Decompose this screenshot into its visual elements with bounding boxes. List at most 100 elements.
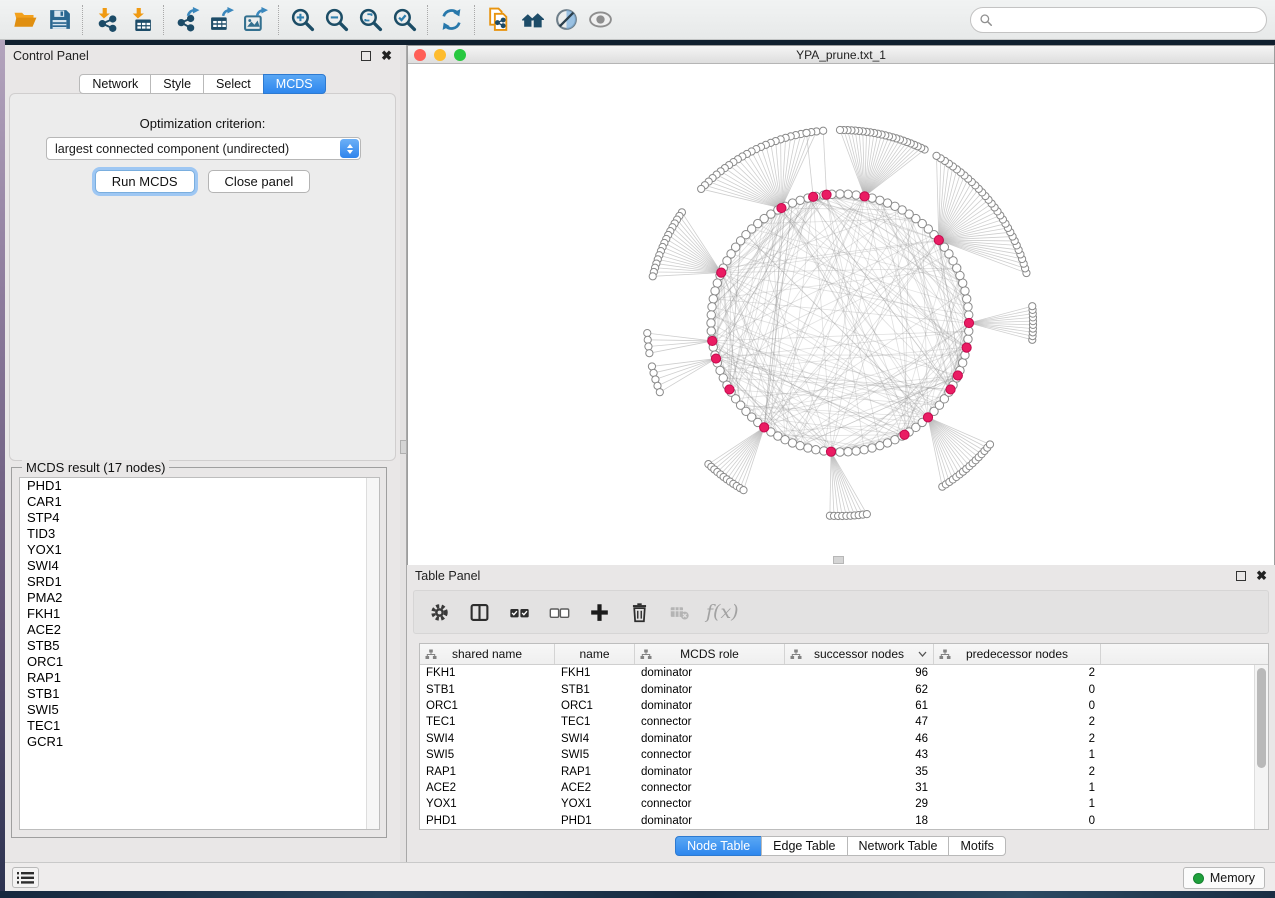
memory-button[interactable]: Memory (1183, 867, 1265, 889)
mcds-result-list[interactable]: PHD1CAR1STP4TID3YOX1SWI4SRD1PMA2FKH1ACE2… (19, 477, 380, 830)
deselect-all-icon[interactable] (546, 599, 572, 625)
tab-edge-table[interactable]: Edge Table (761, 836, 847, 856)
hierarchy-icon (640, 649, 652, 660)
tab-mcds[interactable]: MCDS (263, 74, 326, 94)
mcds-result-item[interactable]: PMA2 (20, 590, 379, 606)
mcds-result-item[interactable]: RAP1 (20, 670, 379, 686)
add-column-icon[interactable] (586, 599, 612, 625)
splitter-grip[interactable] (400, 440, 407, 454)
scrollbar-thumb[interactable] (1257, 668, 1266, 768)
tab-network-table[interactable]: Network Table (847, 836, 950, 856)
cell-successor-nodes: 29 (785, 798, 934, 810)
mcds-result-item[interactable]: ORC1 (20, 654, 379, 670)
tab-node-table[interactable]: Node Table (675, 836, 762, 856)
mcds-result-item[interactable]: CAR1 (20, 494, 379, 510)
mcds-result-item[interactable]: ACE2 (20, 622, 379, 638)
table-panel: Table Panel ✖ f(x) shared namenameMCDS r… (407, 565, 1275, 862)
tab-select[interactable]: Select (203, 74, 264, 94)
cell-name: TEC1 (555, 716, 635, 728)
table-row[interactable]: TEC1TEC1connector472 (420, 714, 1254, 730)
tab-network[interactable]: Network (79, 74, 151, 94)
zoom-selected-icon[interactable] (387, 4, 421, 36)
run-mcds-button[interactable]: Run MCDS (95, 170, 195, 193)
show-eye-icon[interactable] (583, 4, 617, 36)
cell-MCDS-role: dominator (635, 815, 785, 827)
mcds-result-item[interactable]: PHD1 (20, 478, 379, 494)
node-table: shared namenameMCDS rolesuccessor nodesp… (419, 643, 1269, 830)
horizontal-splitter-grip[interactable] (833, 556, 844, 564)
settings-gear-icon[interactable] (426, 599, 452, 625)
control-panel-title: Control Panel (13, 49, 89, 63)
table-row[interactable]: ORC1ORC1dominator610 (420, 698, 1254, 714)
column-header-predecessor-nodes[interactable]: predecessor nodes (934, 644, 1101, 664)
network-titlebar[interactable]: YPA_prune.txt_1 (408, 46, 1274, 64)
cell-MCDS-role: connector (635, 749, 785, 761)
column-header-MCDS-role[interactable]: MCDS role (635, 644, 785, 664)
close-panel-icon[interactable]: ✖ (1256, 571, 1267, 581)
cell-successor-nodes: 46 (785, 733, 934, 745)
table-row[interactable]: PHD1PHD1dominator180 (420, 813, 1254, 829)
table-row[interactable]: ACE2ACE2connector311 (420, 780, 1254, 796)
zoom-fit-icon[interactable] (353, 4, 387, 36)
select-all-icon[interactable] (506, 599, 532, 625)
column-header-name[interactable]: name (555, 644, 635, 664)
table-scrollbar[interactable] (1254, 665, 1268, 829)
mcds-result-item[interactable]: SWI4 (20, 558, 379, 574)
mcds-result-item[interactable]: YOX1 (20, 542, 379, 558)
column-header-successor-nodes[interactable]: successor nodes (785, 644, 934, 664)
mcds-result-item[interactable]: STB5 (20, 638, 379, 654)
mcds-result-item[interactable]: STP4 (20, 510, 379, 526)
task-history-button[interactable] (12, 867, 39, 888)
tab-motifs[interactable]: Motifs (948, 836, 1005, 856)
import-network-icon[interactable] (89, 4, 123, 36)
network-canvas[interactable] (408, 64, 1274, 565)
cell-shared-name: PHD1 (420, 815, 555, 827)
table-body[interactable]: FKH1FKH1dominator962STB1STB1dominator620… (420, 665, 1254, 829)
mcds-result-item[interactable]: TEC1 (20, 718, 379, 734)
vertical-splitter[interactable] (400, 45, 407, 862)
mcds-result-item[interactable]: FKH1 (20, 606, 379, 622)
show-columns-icon[interactable] (466, 599, 492, 625)
cell-shared-name: SWI5 (420, 749, 555, 761)
save-icon[interactable] (42, 4, 76, 36)
mcds-result-item[interactable]: TID3 (20, 526, 379, 542)
optimization-criterion-label: Optimization criterion: (10, 116, 395, 131)
network-graph[interactable] (408, 64, 1274, 565)
search-box[interactable] (970, 7, 1267, 33)
mcds-result-item[interactable]: GCR1 (20, 734, 379, 750)
export-network-icon[interactable] (170, 4, 204, 36)
mcds-result-item[interactable]: SWI5 (20, 702, 379, 718)
mcds-result-item[interactable]: SRD1 (20, 574, 379, 590)
zoom-out-icon[interactable] (319, 4, 353, 36)
float-panel-icon[interactable] (361, 51, 371, 61)
list-scrollbar[interactable] (366, 478, 379, 829)
float-panel-icon[interactable] (1236, 571, 1246, 581)
duplicate-network-icon[interactable] (481, 4, 515, 36)
export-table-icon[interactable] (204, 4, 238, 36)
search-input[interactable] (993, 10, 1258, 30)
toolbar-separator (474, 5, 475, 35)
refresh-layout-icon[interactable] (434, 4, 468, 36)
table-row[interactable]: RAP1RAP1dominator352 (420, 763, 1254, 779)
first-neighbors-icon[interactable] (515, 4, 549, 36)
cell-successor-nodes: 62 (785, 684, 934, 696)
export-image-icon[interactable] (238, 4, 272, 36)
criterion-select[interactable]: largest connected component (undirected) (46, 137, 361, 160)
delete-column-icon[interactable] (626, 599, 652, 625)
close-panel-icon[interactable]: ✖ (381, 51, 392, 61)
column-header-shared-name[interactable]: shared name (420, 644, 555, 664)
table-row[interactable]: STB1STB1dominator620 (420, 681, 1254, 697)
sort-desc-icon (918, 651, 927, 657)
select-stepper-icon (340, 139, 359, 158)
table-row[interactable]: SWI5SWI5connector431 (420, 747, 1254, 763)
import-table-icon[interactable] (123, 4, 157, 36)
table-row[interactable]: FKH1FKH1dominator962 (420, 665, 1254, 681)
mcds-result-item[interactable]: STB1 (20, 686, 379, 702)
tab-style[interactable]: Style (150, 74, 204, 94)
table-row[interactable]: YOX1YOX1connector291 (420, 796, 1254, 812)
open-file-icon[interactable] (8, 4, 42, 36)
table-row[interactable]: SWI4SWI4dominator462 (420, 731, 1254, 747)
close-panel-button[interactable]: Close panel (208, 170, 311, 193)
hide-selected-icon[interactable] (549, 4, 583, 36)
zoom-in-icon[interactable] (285, 4, 319, 36)
